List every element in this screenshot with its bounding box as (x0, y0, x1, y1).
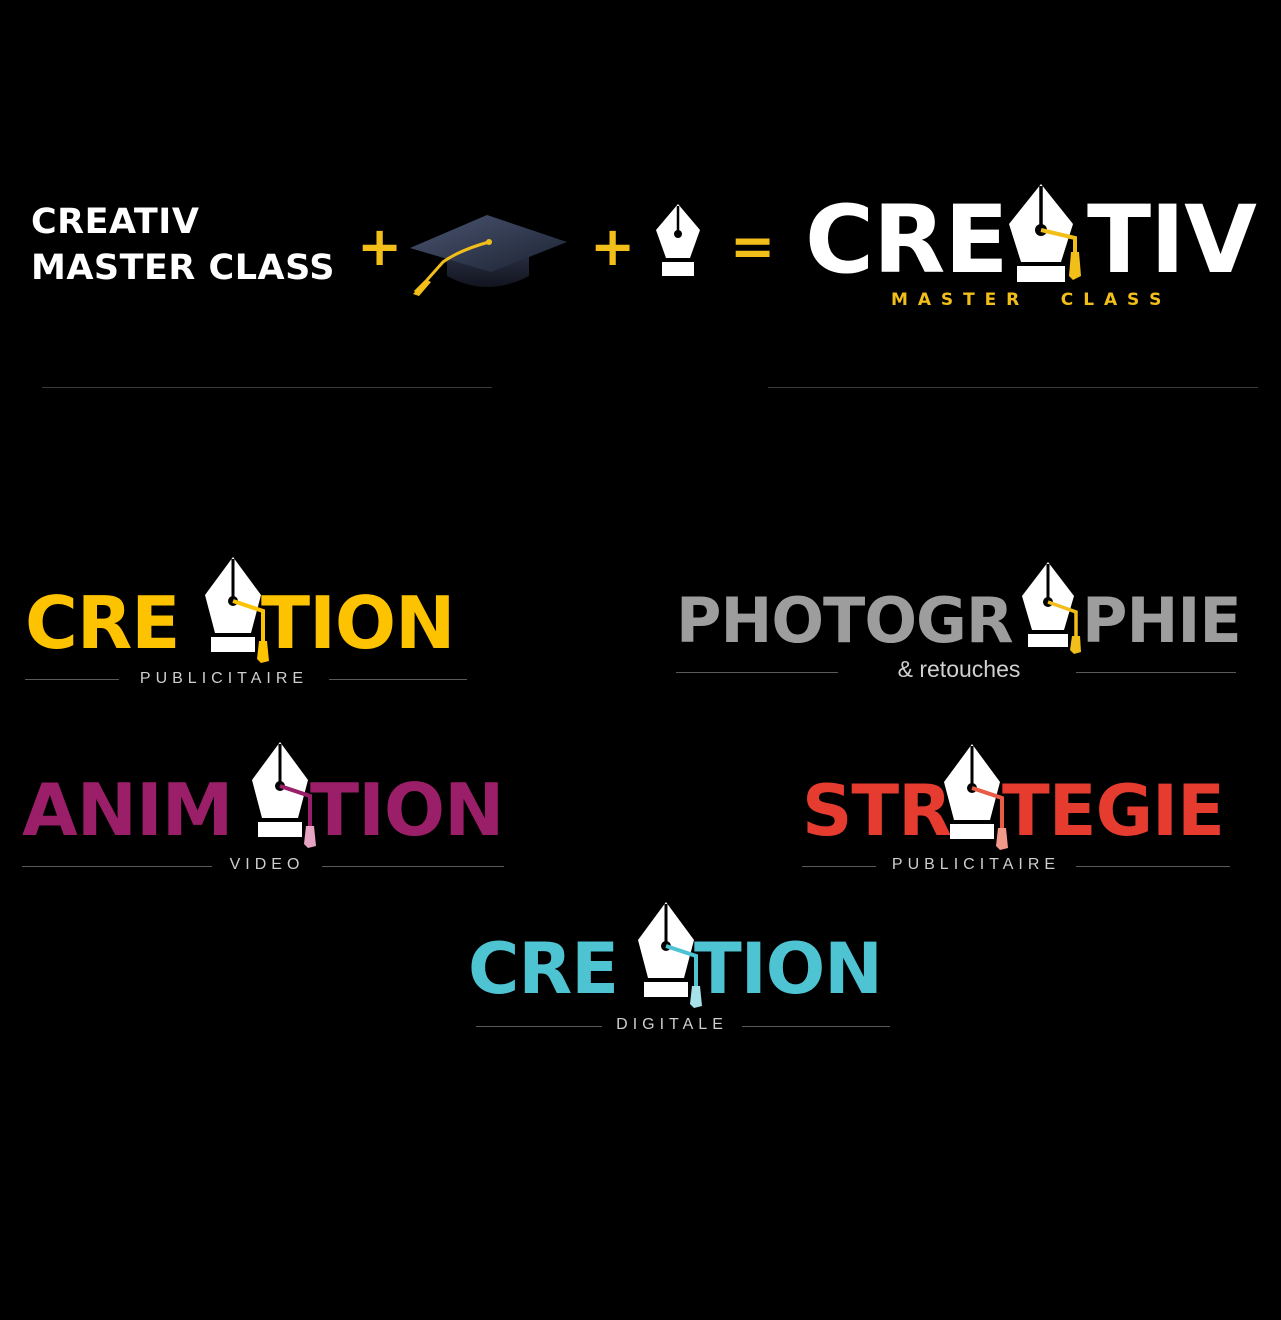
creativ-master-class-logo: CRE TIV M A S T E R C L A S S (805, 180, 1257, 315)
sub-divider (322, 866, 504, 867)
logo-word-left: CRE (25, 581, 180, 665)
logo-word-left: ANIM (22, 768, 233, 852)
logo-tagline: M A S T E R C L A S S (891, 290, 1164, 310)
logo-subtitle: PUBLICITAIRE (139, 670, 309, 687)
animation-video-logo: ANIM TION VIDEO (22, 740, 507, 875)
graduation-cap-icon (405, 210, 570, 300)
logo-word-left: PHOTOGR (676, 584, 1014, 657)
sub-divider (22, 866, 212, 867)
sub-divider (742, 1026, 890, 1027)
sub-divider (1076, 672, 1236, 673)
sub-divider (329, 679, 467, 680)
logo-word-left: STR (802, 770, 952, 852)
header-title-line2: MASTER CLASS (31, 248, 335, 288)
creation-digitale-logo: CRE TION DIGITALE (468, 900, 893, 1035)
header-title-line1: CREATIV (31, 202, 200, 242)
sub-divider (25, 679, 119, 680)
logo-word-right: TION (261, 581, 455, 665)
sub-divider (476, 1026, 602, 1027)
sub-divider (676, 672, 838, 673)
strategie-publicitaire-logo: STR TEGIE PUBLICITAIRE (802, 742, 1234, 877)
divider (42, 387, 492, 388)
logo-word-left: CRE (468, 928, 619, 1010)
logo-subtitle: PUBLICITAIRE (891, 856, 1061, 873)
logo-word-right: TIV (1087, 186, 1257, 295)
sub-divider (802, 866, 876, 867)
logo-word-right: PHIE (1082, 584, 1242, 657)
logo-subtitle: & retouches (897, 656, 1021, 682)
logo-word-right: TEGIE (1002, 770, 1225, 852)
logo-word-left: CRE (805, 186, 1009, 295)
photographie-retouches-logo: PHOTOGR PHIE & retouches (676, 560, 1242, 690)
pen-nib-icon (1001, 180, 1091, 290)
logo-subtitle: VIDEO (229, 856, 305, 873)
creation-publicitaire-logo: CRE TION PUBLICITAIRE (25, 555, 470, 690)
plus-sign: + (357, 215, 403, 278)
sub-divider (1076, 866, 1230, 867)
pen-nib-icon (648, 200, 708, 280)
logo-subtitle: DIGITALE (616, 1016, 728, 1033)
logo-word-right: TION (694, 928, 883, 1010)
logo-word-right: TION (310, 768, 504, 852)
equals-sign: = (730, 215, 776, 278)
divider (768, 387, 1258, 388)
plus-sign: + (590, 215, 636, 278)
